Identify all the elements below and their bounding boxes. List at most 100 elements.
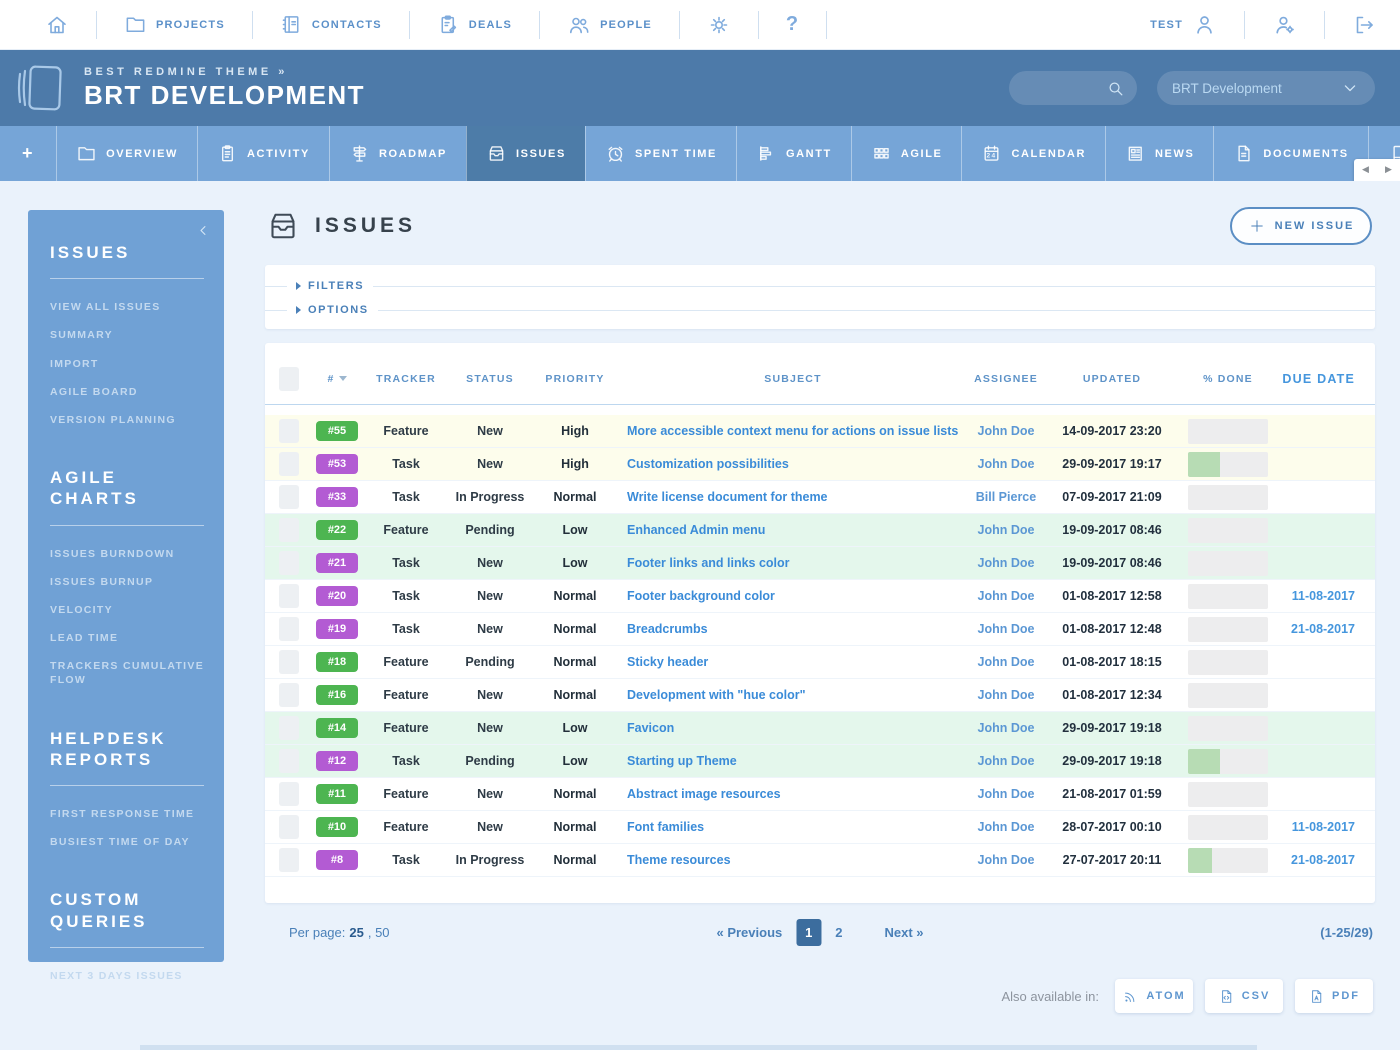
sidebar-link[interactable]: VELOCITY — [50, 603, 204, 617]
issue-assignee-link[interactable]: John Doe — [978, 688, 1035, 702]
row-checkbox[interactable] — [279, 518, 299, 542]
logout-button[interactable] — [1325, 13, 1382, 37]
table-row[interactable]: #20 Task New Normal Footer background co… — [265, 580, 1375, 613]
row-checkbox[interactable] — [279, 584, 299, 608]
tab-news[interactable]: NEWS — [1105, 126, 1213, 181]
issue-subject-link[interactable]: Write license document for theme — [627, 490, 828, 504]
issue-id-badge[interactable]: #19 — [316, 619, 358, 639]
col-status[interactable]: STATUS — [451, 373, 529, 385]
table-row[interactable]: #53 Task New High Customization possibil… — [265, 448, 1375, 481]
table-row[interactable]: #12 Task Pending Low Starting up Theme J… — [265, 745, 1375, 778]
new-issue-button[interactable]: NEW ISSUE — [1230, 207, 1372, 245]
row-checkbox[interactable] — [279, 485, 299, 509]
sidebar-link[interactable]: ISSUES BURNUP — [50, 575, 204, 589]
issue-id-badge[interactable]: #11 — [316, 784, 358, 804]
table-row[interactable]: #18 Feature Pending Normal Sticky header… — [265, 646, 1375, 679]
row-checkbox[interactable] — [279, 716, 299, 740]
issue-subject-link[interactable]: Theme resources — [627, 853, 731, 867]
people-button[interactable]: PEOPLE — [540, 13, 679, 37]
sidebar-link[interactable]: FIRST RESPONSE TIME — [50, 807, 204, 821]
export-csv-button[interactable]: CSV — [1205, 979, 1283, 1013]
issue-id-badge[interactable]: #53 — [316, 454, 358, 474]
col-done[interactable]: % DONE — [1177, 373, 1279, 385]
sidebar-link[interactable]: BUSIEST TIME OF DAY — [50, 835, 204, 849]
table-row[interactable]: #10 Feature New Normal Font families Joh… — [265, 811, 1375, 844]
col-id[interactable]: # — [313, 373, 361, 385]
sidebar-link[interactable]: TRACKERS CUMULATIVE FLOW — [50, 659, 204, 687]
col-tracker[interactable]: TRACKER — [361, 373, 451, 385]
logged-user-button[interactable]: TEST — [1123, 12, 1244, 37]
account-settings-button[interactable] — [1245, 12, 1324, 37]
sidebar-collapse-icon[interactable] — [195, 222, 212, 239]
export-atom-button[interactable]: ATOM — [1115, 979, 1193, 1013]
row-checkbox[interactable] — [279, 782, 299, 806]
sidebar-link[interactable]: SUMMARY — [50, 328, 204, 342]
help-button[interactable]: ? — [759, 13, 826, 36]
issue-subject-link[interactable]: Footer background color — [627, 589, 775, 603]
tab-activity[interactable]: ACTIVITY — [197, 126, 329, 181]
issue-id-badge[interactable]: #8 — [316, 850, 358, 870]
tab-gantt[interactable]: GANTT — [736, 126, 851, 181]
issue-id-badge[interactable]: #33 — [316, 487, 358, 507]
issue-id-badge[interactable]: #12 — [316, 751, 358, 771]
projects-button[interactable]: PROJECTS — [97, 13, 252, 36]
tab-add[interactable]: + — [0, 126, 56, 181]
issue-subject-link[interactable]: Breadcrumbs — [627, 622, 708, 636]
sidebar-link[interactable]: VIEW ALL ISSUES — [50, 300, 204, 314]
table-row[interactable]: #21 Task New Low Footer links and links … — [265, 547, 1375, 580]
issue-id-badge[interactable]: #14 — [316, 718, 358, 738]
table-row[interactable]: #14 Feature New Low Favicon John Doe 29-… — [265, 712, 1375, 745]
issue-assignee-link[interactable]: John Doe — [978, 721, 1035, 735]
issue-subject-link[interactable]: Font families — [627, 820, 704, 834]
issue-subject-link[interactable]: Customization possibilities — [627, 457, 789, 471]
row-checkbox[interactable] — [279, 815, 299, 839]
col-due-date[interactable]: DUE DATE — [1279, 372, 1375, 386]
sidebar-link[interactable]: AGILE BOARD — [50, 385, 204, 399]
table-row[interactable]: #55 Feature New High More accessible con… — [265, 415, 1375, 448]
sidebar-link[interactable]: NEXT 3 DAYS ISSUES — [50, 969, 204, 983]
table-row[interactable]: #16 Feature New Normal Development with … — [265, 679, 1375, 712]
issue-assignee-link[interactable]: John Doe — [978, 589, 1035, 603]
issue-assignee-link[interactable]: John Doe — [978, 820, 1035, 834]
tab-spent-time[interactable]: SPENT TIME — [585, 126, 736, 181]
row-checkbox[interactable] — [279, 419, 299, 443]
issue-assignee-link[interactable]: John Doe — [978, 787, 1035, 801]
col-subject[interactable]: SUBJECT — [621, 373, 965, 385]
scroll-left-arrow-icon[interactable]: ◀ — [1362, 164, 1369, 175]
sidebar-link[interactable]: LEAD TIME — [50, 631, 204, 645]
scroll-right-arrow-icon[interactable]: ▶ — [1385, 164, 1392, 175]
col-assignee[interactable]: ASSIGNEE — [965, 373, 1047, 385]
search-icon[interactable] — [1106, 79, 1125, 98]
row-checkbox[interactable] — [279, 848, 299, 872]
issue-subject-link[interactable]: Favicon — [627, 721, 674, 735]
issue-assignee-link[interactable]: John Doe — [978, 523, 1035, 537]
table-row[interactable]: #22 Feature Pending Low Enhanced Admin m… — [265, 514, 1375, 547]
tab-calendar[interactable]: CALENDAR — [961, 126, 1105, 181]
row-checkbox[interactable] — [279, 551, 299, 575]
issue-assignee-link[interactable]: John Doe — [978, 853, 1035, 867]
issue-id-badge[interactable]: #22 — [316, 520, 358, 540]
col-updated[interactable]: UPDATED — [1047, 373, 1177, 385]
project-selector[interactable]: BRT Development — [1157, 71, 1375, 105]
select-all-checkbox[interactable] — [279, 367, 299, 391]
table-row[interactable]: #8 Task In Progress Normal Theme resourc… — [265, 844, 1375, 877]
contacts-button[interactable]: CONTACTS — [253, 13, 409, 36]
tab-documents[interactable]: DOCUMENTS — [1213, 126, 1367, 181]
col-priority[interactable]: PRIORITY — [529, 373, 621, 385]
issue-subject-link[interactable]: Development with "hue color" — [627, 688, 806, 702]
issue-assignee-link[interactable]: John Doe — [978, 655, 1035, 669]
issue-subject-link[interactable]: Starting up Theme — [627, 754, 737, 768]
sidebar-link[interactable]: IMPORT — [50, 357, 204, 371]
sidebar-link[interactable]: ISSUES BURNDOWN — [50, 547, 204, 561]
issue-id-badge[interactable]: #55 — [316, 421, 358, 441]
row-checkbox[interactable] — [279, 617, 299, 641]
page-2-link[interactable]: 2 — [835, 925, 842, 940]
filters-toggle[interactable]: FILTERS — [287, 280, 373, 292]
tab-roadmap[interactable]: ROADMAP — [329, 126, 466, 181]
issue-subject-link[interactable]: Sticky header — [627, 655, 708, 669]
search-input[interactable] — [1021, 81, 1106, 96]
issue-id-badge[interactable]: #18 — [316, 652, 358, 672]
tab-overview[interactable]: OVERVIEW — [56, 126, 197, 181]
issue-id-badge[interactable]: #21 — [316, 553, 358, 573]
tab-issues[interactable]: ISSUES — [466, 126, 585, 181]
